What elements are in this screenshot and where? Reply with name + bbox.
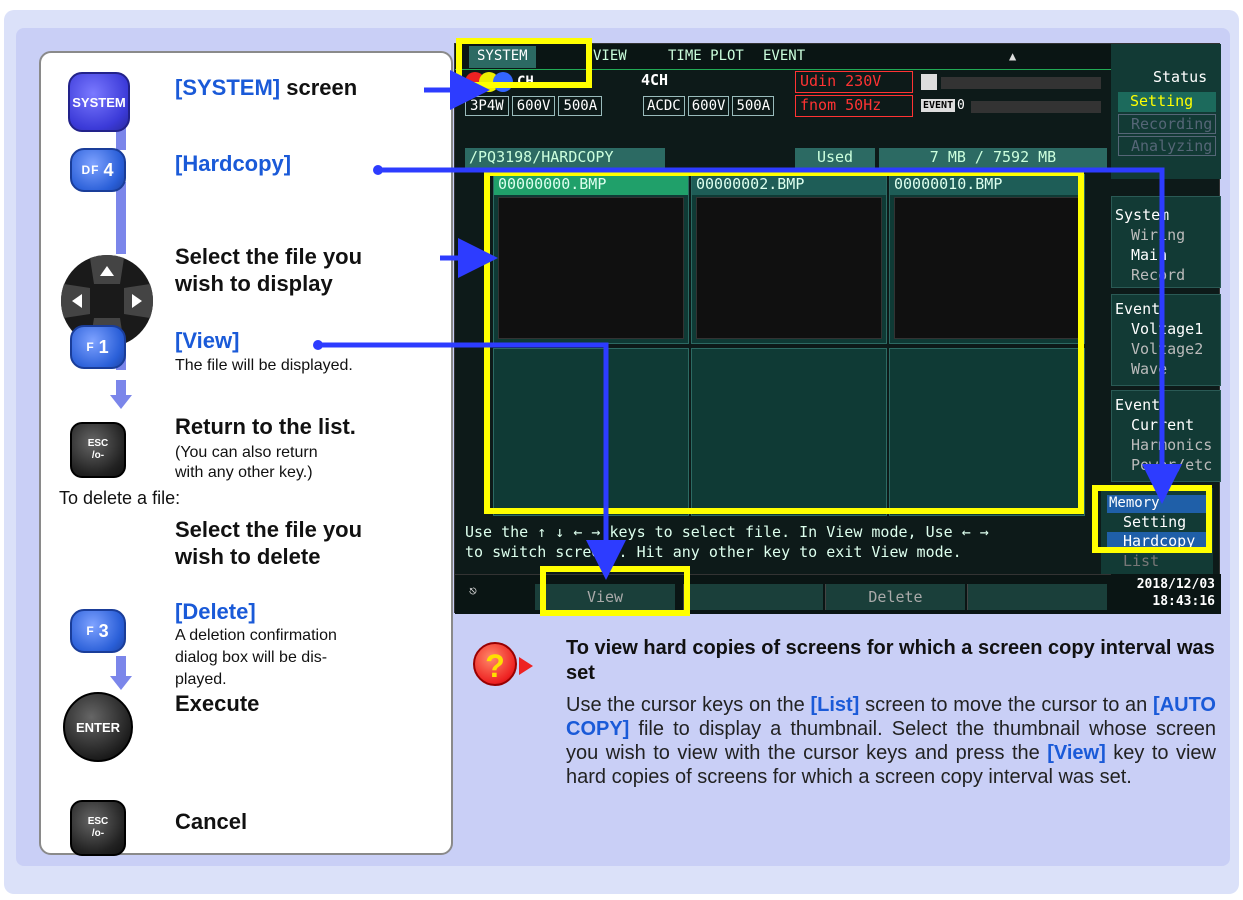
help-body: Use the cursor keys on the [List] screen… bbox=[566, 693, 1216, 789]
help-title: To view hard copies of screens for which… bbox=[566, 637, 1215, 684]
help-text: Use the cursor keys on the bbox=[566, 694, 811, 716]
list-key-ref: [List] bbox=[810, 694, 860, 716]
view-key-ref: [View] bbox=[1047, 742, 1106, 764]
question-icon: ? bbox=[473, 642, 517, 686]
help-box: To view hard copies of screens for which… bbox=[566, 636, 1216, 789]
help-text: screen to move the cursor to an bbox=[859, 694, 1154, 716]
pointer-arrow-icon bbox=[519, 657, 533, 675]
